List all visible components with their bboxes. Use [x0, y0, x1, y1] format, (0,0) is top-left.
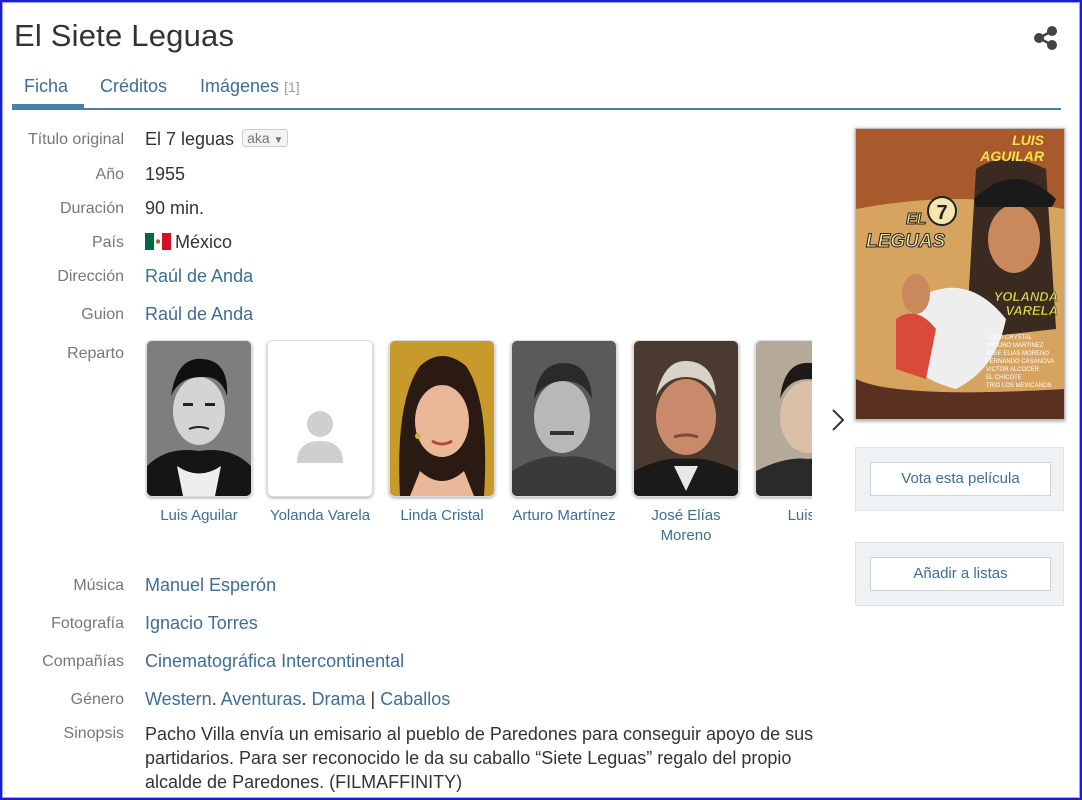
poster-logo-leguas: LEGUAS [866, 231, 946, 252]
cast-photo [389, 340, 495, 497]
cast-member-luis-aguilar[interactable]: Luis Aguilar [145, 340, 253, 526]
caret-down-icon: ▼ [273, 135, 284, 146]
poster-logo-number: 7 [936, 202, 947, 224]
cast-name: Linda Cristal [400, 507, 484, 524]
tab-bar: Ficha Créditos Imágenes [1] [11, 70, 1061, 110]
tab-creditos-label: Créditos [100, 76, 168, 96]
share-icon[interactable] [1032, 24, 1060, 52]
original-title-text: El 7 leguas [145, 129, 235, 149]
label-fotografia: Fotografía [51, 615, 124, 632]
value-titulo-original: El 7 leguas aka ▼ [145, 129, 289, 150]
vote-box: Vota esta película [855, 447, 1064, 511]
genre-link-drama[interactable]: Drama [311, 689, 365, 709]
svg-text:TRIO LOS MEXICANOS: TRIO LOS MEXICANOS [986, 383, 1052, 389]
country-text: México [175, 232, 233, 252]
cast-photo [511, 340, 617, 497]
poster-costar-1: YOLANDA [994, 289, 1058, 304]
tab-imagenes[interactable]: Imágenes [1] [200, 76, 300, 106]
movie-poster[interactable]: LUIS AGUILAR 7 EL LEGUAS YOLANDA VARELA … [855, 128, 1065, 420]
label-companias: Compañías [42, 653, 124, 670]
label-anio: Año [95, 166, 124, 183]
cast-member-luis-a[interactable]: Luis A [754, 340, 812, 526]
poster-top-text-2: AGUILAR [979, 148, 1045, 164]
cast-name: Luis Aguilar [160, 507, 238, 524]
svg-text:VICTOR ALCOCER: VICTOR ALCOCER [986, 367, 1040, 373]
genre-link-western[interactable]: Western [145, 689, 212, 709]
tab-imagenes-count: [1] [284, 79, 300, 95]
label-titulo-original: Título original [27, 131, 124, 148]
genre-link-aventuras[interactable]: Aventuras [221, 689, 302, 709]
cast-name: Arturo Martínez [512, 507, 616, 524]
tab-imagenes-label: Imágenes [200, 76, 280, 96]
link-photography[interactable]: Ignacio Torres [145, 613, 258, 634]
cast-photo [755, 340, 812, 497]
link-company[interactable]: Cinematográfica Intercontinental [145, 651, 404, 672]
cast-carousel: Luis Aguilar Yolanda Varela Linda Crista… [145, 340, 812, 550]
label-direccion: Dirección [57, 268, 124, 285]
svg-text:FERNANDO CASANOVA: FERNANDO CASANOVA [986, 359, 1054, 365]
person-placeholder-icon [268, 341, 372, 496]
tab-creditos[interactable]: Créditos [100, 76, 167, 106]
link-director[interactable]: Raúl de Anda [145, 266, 253, 287]
cast-member-yolanda-varela[interactable]: Yolanda Varela [266, 340, 374, 526]
synopsis-text: Pacho Villa envía un emisario al pueblo … [145, 724, 814, 792]
poster-costar-2: VARELA [1006, 303, 1058, 318]
svg-text:ARTURO MARTINEZ: ARTURO MARTINEZ [986, 343, 1044, 349]
cast-member-jose-elias-moreno[interactable]: José Elías Moreno [632, 340, 740, 546]
value-duracion: 90 min. [145, 198, 205, 218]
poster-top-text: LUIS [1012, 132, 1045, 148]
genre-separator: | [370, 689, 376, 709]
value-pais: México [145, 232, 232, 253]
poster-logo-el: EL [906, 211, 926, 228]
label-reparto: Reparto [67, 345, 124, 362]
svg-text:EL CHICOTE: EL CHICOTE [986, 375, 1022, 381]
topic-link-caballos[interactable]: Caballos [380, 689, 450, 709]
value-anio: 1955 [145, 164, 186, 184]
cast-member-linda-cristal[interactable]: Linda Cristal [388, 340, 496, 526]
add-to-lists-button[interactable]: Añadir a listas [870, 557, 1051, 591]
link-music[interactable]: Manuel Esperón [145, 575, 276, 596]
aka-label: aka [247, 130, 270, 146]
label-guion: Guion [81, 306, 124, 323]
link-writer[interactable]: Raúl de Anda [145, 304, 253, 325]
chevron-right-icon[interactable] [828, 406, 848, 434]
label-duracion: Duración [59, 200, 124, 217]
tab-ficha[interactable]: Ficha [11, 76, 85, 108]
svg-text:JOSE ELIAS MORENO: JOSE ELIAS MORENO [986, 351, 1049, 357]
label-genero: Género [70, 691, 124, 708]
cast-photo [146, 340, 252, 497]
cast-name: José Elías Moreno [651, 507, 721, 544]
label-sinopsis: Sinopsis [63, 725, 124, 742]
svg-text:LINDA CRYSTAL: LINDA CRYSTAL [986, 335, 1033, 341]
label-pais: País [91, 234, 124, 251]
vote-button[interactable]: Vota esta película [870, 462, 1051, 496]
cast-member-arturo-martinez[interactable]: Arturo Martínez [510, 340, 618, 526]
cast-photo-placeholder [267, 340, 373, 497]
tab-ficha-label: Ficha [24, 76, 69, 96]
cast-name: Luis A [787, 507, 812, 524]
page-title: El Siete Leguas [14, 18, 235, 53]
cast-name: Yolanda Varela [269, 507, 371, 524]
mexico-flag-icon [145, 233, 171, 250]
lists-box: Añadir a listas [855, 542, 1064, 606]
value-genero: Western. Aventuras. Drama | Caballos [145, 689, 451, 709]
aka-dropdown[interactable]: aka ▼ [242, 129, 289, 147]
label-musica: Música [73, 577, 124, 594]
cast-photo [633, 340, 739, 497]
